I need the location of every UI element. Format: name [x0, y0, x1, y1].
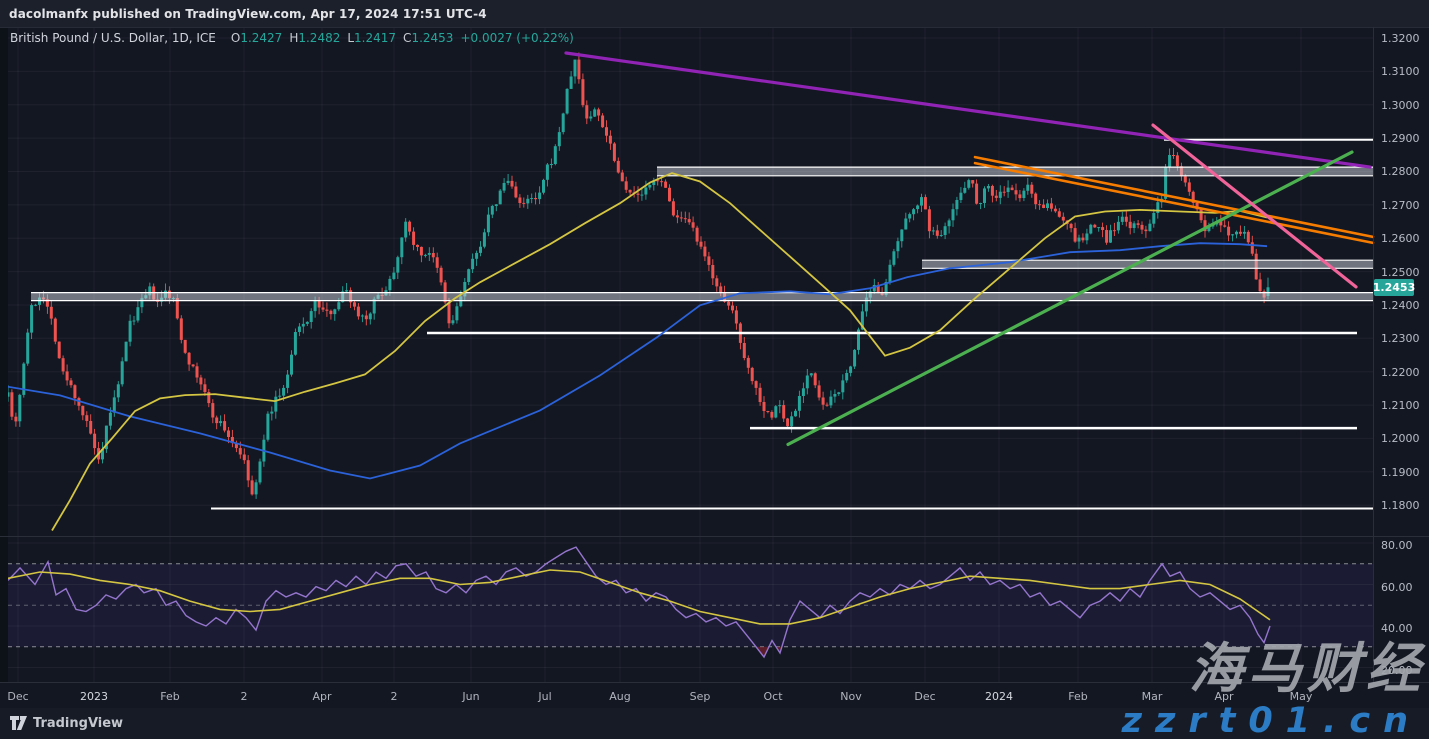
tradingview-published-chart: dacolmanfx published on TradingView.com,…	[0, 0, 1429, 739]
time-label-month: Feb	[160, 690, 179, 703]
rsi-pane	[8, 547, 1373, 657]
price-tick: 1.3100	[1381, 65, 1420, 78]
price-tick: 1.1900	[1381, 466, 1420, 479]
time-label-month: Feb	[1068, 690, 1087, 703]
ohlc-value: 1.2453	[411, 31, 453, 45]
time-label-month: Aug	[609, 690, 630, 703]
price-tick: 1.3200	[1381, 32, 1420, 45]
rsi-tick: 80.00	[1381, 539, 1413, 552]
tradingview-logo-text: TradingView	[33, 716, 123, 731]
symbol-legend[interactable]: British Pound / U.S. Dollar, 1D, ICEO1.2…	[10, 31, 574, 45]
tradingview-logo[interactable]: TradingView	[10, 716, 123, 731]
time-label-month: Nov	[840, 690, 861, 703]
publish-text: dacolmanfx published on TradingView.com,…	[9, 7, 487, 21]
last-price-badge: 1.2453	[1374, 279, 1414, 296]
symbol-title[interactable]: British Pound / U.S. Dollar, 1D, ICE	[10, 31, 216, 45]
ohlc-label: H	[289, 31, 298, 45]
time-label-month: Jul	[538, 690, 551, 703]
ohlc-values: O1.2427H1.2482L1.2417C1.2453	[224, 31, 454, 45]
tradingview-mark-icon	[10, 716, 27, 731]
ohlc-value: 1.2417	[354, 31, 396, 45]
price-tick: 1.1800	[1381, 499, 1420, 512]
time-label-year: 2023	[80, 690, 108, 703]
time-label-month: 2	[391, 690, 398, 703]
sr-zones	[31, 140, 1373, 509]
publish-bar: dacolmanfx published on TradingView.com,…	[0, 0, 1429, 28]
price-tick: 1.2200	[1381, 366, 1420, 379]
price-tick: 1.2300	[1381, 332, 1420, 345]
price-tick: 1.2800	[1381, 165, 1420, 178]
ma-yellow	[52, 173, 1267, 530]
time-label-month: Apr	[312, 690, 331, 703]
price-tick: 1.2000	[1381, 432, 1420, 445]
ohlc-value: 1.2427	[240, 31, 282, 45]
rsi-tick: 60.00	[1381, 581, 1413, 594]
time-label-month: Dec	[7, 690, 28, 703]
time-label-month: Dec	[914, 690, 935, 703]
time-label-month: 2	[241, 690, 248, 703]
watermark-cn: 海马财经	[1189, 624, 1425, 703]
ohlc-value: 1.2482	[298, 31, 340, 45]
change-value: +0.0027 (+0.22%)	[460, 31, 573, 45]
price-tick: 1.2500	[1381, 266, 1420, 279]
time-label-month: Sep	[690, 690, 711, 703]
price-tick: 1.2600	[1381, 232, 1420, 245]
last-price-value: 1.2453	[1373, 281, 1415, 294]
price-tick: 1.2700	[1381, 199, 1420, 212]
price-tick: 1.2900	[1381, 132, 1420, 145]
ohlc-label: O	[231, 31, 240, 45]
time-label-month: Jun	[462, 690, 479, 703]
time-label-year: 2024	[985, 690, 1013, 703]
price-tick: 1.3000	[1381, 99, 1420, 112]
time-label-month: Oct	[763, 690, 782, 703]
watermark-site: zzrt01.cn	[1122, 701, 1421, 739]
trendline-descending-purple	[566, 53, 1370, 167]
price-tick: 1.2100	[1381, 399, 1420, 412]
left-margin	[0, 27, 8, 682]
pane-separator[interactable]	[0, 536, 1429, 537]
price-tick: 1.2400	[1381, 299, 1420, 312]
